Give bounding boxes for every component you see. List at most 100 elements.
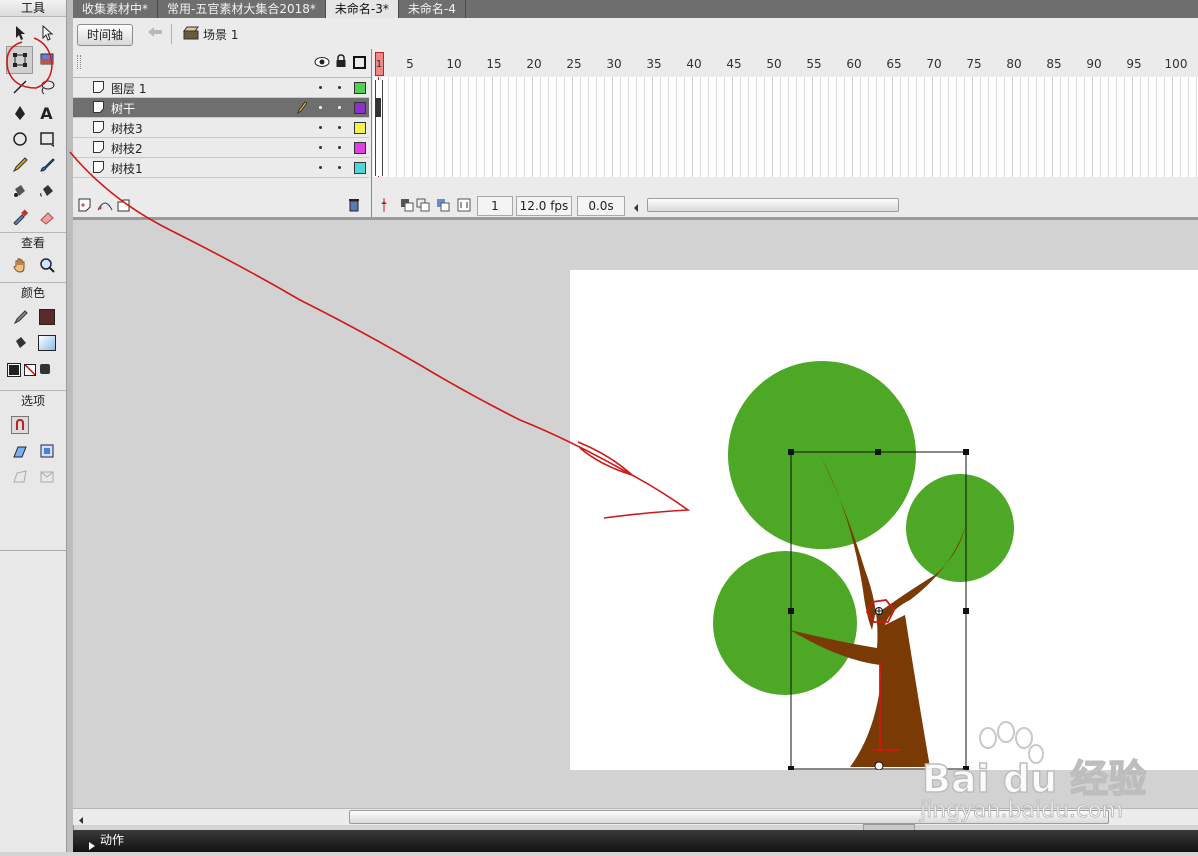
ruler-number: 20 [526, 57, 542, 71]
layer-row[interactable]: 树枝1 [73, 158, 369, 178]
transform-handle-bottom[interactable] [874, 761, 884, 770]
ink-bottle-tool-icon[interactable] [6, 178, 33, 204]
fill-color-swatch[interactable] [33, 330, 60, 356]
elapsed-time-field: 0.0s [577, 196, 625, 216]
tab-document-2[interactable]: 常用-五官素材大集合2018* [158, 0, 326, 18]
swap-colors-icon[interactable] [40, 364, 50, 374]
layer-color-swatch[interactable] [354, 82, 366, 94]
eyedropper-tool-icon[interactable] [6, 204, 33, 230]
tab-document-3[interactable]: 未命名-3* [325, 0, 399, 18]
ruler-number: 80 [1006, 57, 1022, 71]
edit-bar: 时间轴 场景 1 [73, 18, 1198, 50]
scene-label[interactable]: 场景 1 [203, 26, 238, 43]
delete-layer-icon[interactable] [348, 198, 360, 215]
ruler-number: 70 [926, 57, 942, 71]
ruler-number: 85 [1046, 57, 1062, 71]
scroll-left-arrow-icon[interactable] [79, 813, 84, 827]
free-transform-tool-icon[interactable] [6, 46, 33, 74]
document-tabs: 收集素材中* 常用-五官素材大集合2018* 未命名-3* 未命名-4 [73, 0, 1198, 18]
eye-icon[interactable] [314, 56, 330, 71]
stroke-color-swatch[interactable] [33, 304, 60, 330]
drag-handle-icon[interactable] [77, 55, 81, 69]
new-layer-icon[interactable] [78, 198, 92, 215]
transform-center-point[interactable] [875, 607, 883, 615]
tab-document-1[interactable]: 收集素材中* [73, 0, 159, 18]
scroll-left-icon[interactable] [633, 201, 639, 215]
stage-canvas[interactable] [570, 270, 1198, 770]
center-frame-icon[interactable] [379, 198, 389, 215]
transform-handle[interactable] [875, 449, 881, 455]
baidu-watermark: Bai du 经验 jingyan.baidu.com [918, 720, 1158, 830]
no-color-icon[interactable] [24, 364, 36, 376]
edit-multiple-frames-icon[interactable] [436, 198, 450, 215]
transform-handle[interactable] [963, 608, 969, 614]
transform-handle[interactable] [963, 449, 969, 455]
scale-icon[interactable] [33, 438, 60, 464]
rectangle-tool-icon[interactable] [33, 126, 60, 152]
ruler-number: 45 [726, 57, 742, 71]
onion-outline-icon[interactable] [416, 198, 430, 215]
current-frame-field[interactable]: 1 [477, 196, 513, 216]
layer-color-swatch[interactable] [354, 142, 366, 154]
onion-skin-icon[interactable] [400, 198, 414, 215]
transform-handle[interactable] [788, 766, 794, 770]
ruler-number: 1 [375, 59, 383, 70]
text-tool-icon[interactable]: A [33, 100, 60, 126]
edit-pencil-icon [297, 101, 308, 117]
frame-grid[interactable] [373, 77, 1198, 177]
actions-panel-label: 动作 [100, 833, 125, 847]
gradient-transform-tool-icon[interactable] [33, 46, 60, 72]
ruler-number: 30 [606, 57, 622, 71]
brush-tool-icon[interactable] [33, 152, 60, 178]
expand-arrow-icon[interactable] [89, 836, 95, 856]
lock-icon[interactable] [335, 54, 347, 71]
layer-name: 树枝3 [111, 122, 143, 136]
paint-bucket-tool-icon[interactable] [33, 178, 60, 204]
timeline-toggle-button[interactable]: 时间轴 [77, 24, 133, 46]
keyframe[interactable] [375, 80, 383, 176]
transform-handle[interactable] [788, 608, 794, 614]
modify-markers-icon[interactable] [457, 198, 471, 215]
subselection-tool-icon[interactable] [33, 20, 60, 46]
hand-tool-icon[interactable] [6, 252, 33, 278]
layer-row-selected[interactable]: 树干 [73, 98, 369, 118]
layer-icon [93, 161, 104, 173]
default-colors-icon[interactable] [7, 363, 21, 377]
pencil-tool-icon[interactable] [6, 152, 33, 178]
layer-color-swatch[interactable] [354, 162, 366, 174]
new-folder-icon[interactable] [117, 198, 131, 215]
oval-tool-icon[interactable] [6, 126, 33, 152]
eraser-tool-icon[interactable] [33, 204, 60, 230]
tree-foliage-top[interactable] [728, 361, 916, 549]
back-arrow-icon[interactable] [147, 25, 163, 42]
layer-color-swatch[interactable] [354, 102, 366, 114]
layer-row[interactable]: 树枝3 [73, 118, 369, 138]
tree-foliage-left[interactable] [713, 551, 857, 695]
ruler-number: 60 [846, 57, 862, 71]
motion-guide-icon[interactable] [97, 198, 113, 215]
transform-handle[interactable] [788, 449, 794, 455]
outline-icon[interactable] [353, 56, 366, 69]
tab-document-4[interactable]: 未命名-4 [399, 0, 466, 18]
lasso-tool-icon[interactable] [33, 74, 60, 100]
rotate-skew-icon[interactable] [6, 438, 33, 464]
line-tool-icon[interactable] [6, 74, 33, 100]
pen-tool-icon[interactable] [6, 100, 33, 126]
snap-to-objects-icon[interactable] [6, 412, 33, 438]
ruler-number: 5 [406, 57, 414, 71]
watermark-url: jingyan.baidu.com [919, 798, 1124, 824]
layer-row[interactable]: 图层 1 [73, 78, 369, 98]
layer-name: 树枝1 [111, 162, 143, 176]
options-section-label: 选项 [0, 390, 66, 411]
tree-foliage-right[interactable] [906, 474, 1014, 582]
layer-row[interactable]: 树枝2 [73, 138, 369, 158]
ruler-number: 65 [886, 57, 902, 71]
timeline-hscroll-thumb[interactable] [647, 198, 899, 212]
actions-panel-bar[interactable]: 动作 [73, 830, 1198, 852]
frame-ruler[interactable]: 1 5 10 15 20 25 30 35 40 45 50 55 60 65 … [373, 49, 1198, 78]
selection-tool-icon[interactable] [6, 20, 33, 46]
layer-color-swatch[interactable] [354, 122, 366, 134]
keyframe-selected[interactable] [375, 98, 381, 117]
frame-rate-field[interactable]: 12.0 fps [516, 196, 572, 216]
zoom-tool-icon[interactable] [33, 252, 60, 278]
